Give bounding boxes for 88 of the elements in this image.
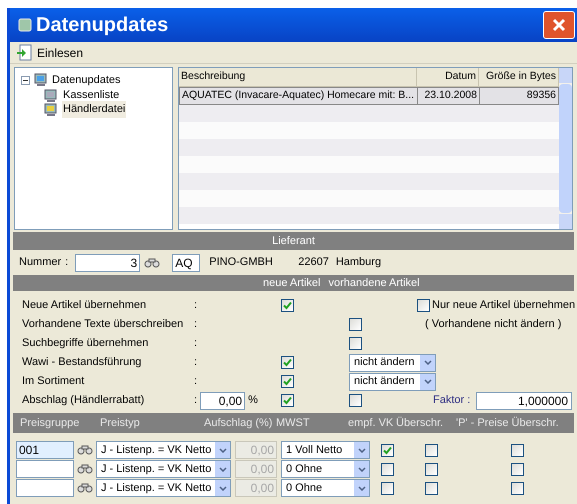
checkbox[interactable] (511, 462, 524, 476)
option-label: Wawi - Bestandsführung (22, 355, 142, 370)
discount-field[interactable]: 0,00 (200, 392, 246, 410)
dropdown[interactable]: J - Listenp. = VK Netto (96, 460, 231, 478)
dropdown[interactable]: 1 Voll Netto (281, 441, 370, 459)
surcharge-field: 0,00 (235, 460, 277, 478)
close-icon (551, 17, 567, 33)
supplier-name: PINO-GMBH (209, 255, 274, 270)
checkbox[interactable] (425, 482, 438, 494)
checkbox[interactable] (381, 462, 394, 476)
colon: : (194, 355, 198, 370)
table-cell-text: AQUATEC (Invacare-Aquatec) Homecare mit: B... (181, 88, 416, 104)
dropdown[interactable]: J - Listenp. = VK Netto (96, 441, 231, 459)
scrollbar[interactable] (559, 68, 572, 229)
checkbox[interactable] (511, 444, 524, 456)
binoculars-icon[interactable] (77, 464, 93, 474)
tree-item[interactable]: Datenupdates (52, 72, 120, 88)
dropdown[interactable]: 0 Ohne (281, 479, 370, 497)
checkbox[interactable] (281, 299, 294, 312)
price-group-field[interactable]: 001 (16, 441, 74, 459)
checkbox[interactable] (281, 356, 294, 369)
column-header: empf. VK (348, 416, 394, 431)
checkbox[interactable] (511, 482, 524, 494)
code-field[interactable]: AQ (172, 254, 200, 272)
field-label: Nummer (19, 255, 62, 270)
checkbox-label: Nur neue Artikel übernehmen (432, 298, 576, 314)
checkbox[interactable] (425, 462, 438, 476)
close-button[interactable] (543, 11, 575, 39)
import-icon (16, 44, 32, 61)
option-label: Suchbegriffe übernehmen (22, 336, 150, 352)
computer-icon (33, 72, 49, 88)
option-label: Vorhandene Texte überschreiben (22, 317, 184, 332)
column-header: Überschr. (396, 416, 444, 431)
option-label: Im Sortiment (22, 374, 86, 390)
column-header: MWST (276, 416, 311, 431)
column-header: Preistyp (100, 416, 141, 431)
column-header: vorhandene Artikel (328, 276, 420, 291)
number-field[interactable]: 3 (75, 254, 140, 272)
unit-label: % (248, 393, 258, 408)
city: Hamburg (336, 255, 382, 270)
colon: : (194, 336, 198, 352)
checkbox[interactable] (417, 299, 430, 312)
dropdown[interactable]: nicht ändern (349, 372, 436, 390)
checkbox[interactable] (425, 444, 438, 456)
option-label: Abschlag (Händlerrabatt) (22, 393, 146, 408)
column-header: neue Artikel (263, 276, 320, 291)
checkbox[interactable] (381, 444, 394, 456)
collapse-toggle[interactable] (21, 76, 30, 85)
tree-item[interactable]: Kassenliste (62, 87, 120, 104)
dropdown[interactable]: J - Listenp. = VK Netto (96, 479, 231, 497)
factor-field[interactable]: 1,000000 (476, 392, 572, 410)
column-header: Preisgruppe (20, 416, 80, 431)
colon: : (194, 298, 198, 314)
binoculars-icon[interactable] (77, 445, 93, 455)
price-group-field[interactable] (16, 460, 74, 478)
checkbox[interactable] (281, 394, 294, 407)
table-cell: 23.10.2008 (417, 88, 479, 104)
table-row[interactable]: AQUATEC (Invacare-Aquatec) Homecare mit: B... 23.10.2008 89356 (179, 87, 559, 105)
window-title: Datenupdates (36, 15, 168, 35)
checkbox[interactable] (281, 375, 294, 388)
app-icon (18, 17, 32, 33)
factor-label: Faktor : (433, 393, 472, 408)
section-header: Lieferant (13, 232, 574, 250)
colon: : (65, 255, 68, 270)
computer-icon (43, 88, 59, 104)
import-button[interactable]: Einlesen (14, 44, 86, 62)
binoculars-icon[interactable] (144, 258, 160, 268)
checkbox[interactable] (349, 394, 362, 407)
binoculars-icon[interactable] (77, 483, 93, 493)
zip-code: 22607 (298, 255, 329, 270)
checkbox[interactable] (349, 337, 362, 350)
column-header: Aufschlag (%) (204, 416, 274, 431)
checkbox[interactable] (381, 482, 394, 494)
computer-icon (43, 102, 59, 118)
table-cell: 89356 (479, 88, 558, 104)
surcharge-field: 0,00 (235, 479, 277, 497)
dropdown[interactable]: nicht ändern (349, 354, 436, 372)
price-group-field[interactable] (16, 479, 74, 497)
column-header: 'P' - Preise Überschr. (456, 416, 559, 431)
checkbox[interactable] (349, 318, 362, 331)
option-label: Neue Artikel übernehmen (22, 298, 148, 314)
tree-item[interactable]: Händlerdatei (62, 101, 126, 118)
colon: : (194, 393, 198, 408)
colon: : (194, 374, 198, 390)
colon: : (194, 317, 198, 332)
surcharge-field: 0,00 (235, 441, 277, 459)
dropdown[interactable]: 0 Ohne (281, 460, 370, 478)
note-text: ( Vorhandene nicht ändern ) (425, 317, 562, 332)
